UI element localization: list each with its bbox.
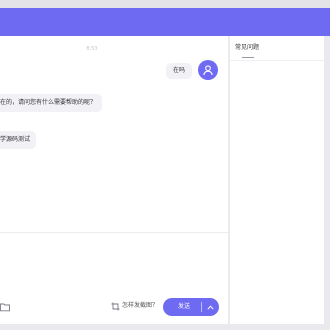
tab-faq-indicator — [242, 57, 254, 58]
user-icon — [203, 65, 213, 76]
chat-header — [0, 8, 330, 36]
faq-panel — [229, 36, 324, 324]
tab-faq[interactable]: 常见问题 — [235, 43, 259, 53]
user-message-bubble: 在吗 — [166, 63, 193, 79]
right-gutter — [324, 36, 330, 324]
bottom-gutter — [0, 324, 330, 330]
user-avatar — [198, 60, 218, 80]
send-button[interactable]: 发送 — [163, 298, 201, 316]
chat-panel — [0, 36, 228, 324]
crop-icon[interactable] — [111, 302, 120, 311]
agent-message-bubble: 在的，请问您有什么需要帮助的呢？ — [0, 94, 103, 112]
top-bar — [0, 0, 330, 8]
folder-icon[interactable] — [0, 302, 10, 312]
composer-divider — [0, 232, 228, 233]
message-timestamp: 8:53 — [86, 46, 98, 52]
send-options-button[interactable] — [202, 298, 219, 316]
chevron-up-icon — [207, 304, 214, 310]
agent-message-bubble: 学源码测试 — [0, 131, 37, 149]
screenshot-help-link[interactable]: 怎样发截图？ — [122, 301, 158, 311]
faq-divider — [230, 60, 324, 61]
send-button-group: 发送 — [163, 298, 219, 316]
